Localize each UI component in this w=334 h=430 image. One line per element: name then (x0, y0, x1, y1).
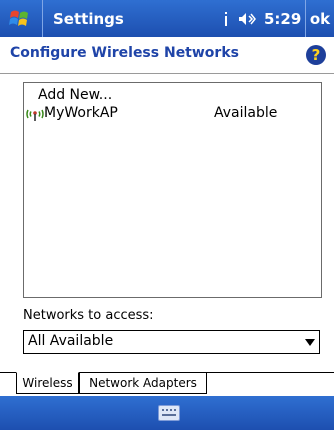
tab-wireless[interactable]: Wireless (16, 372, 79, 394)
window-title: Settings (42, 0, 124, 37)
status-area[interactable]: 5:29 (222, 0, 301, 37)
speaker-icon[interactable] (238, 11, 256, 27)
networks-to-access-dropdown[interactable]: All Available (23, 330, 320, 354)
clock[interactable]: 5:29 (264, 10, 301, 28)
list-item[interactable]: MyWorkAP Available (24, 105, 321, 125)
dropdown-value: All Available (28, 333, 114, 349)
networks-to-access-label: Networks to access: (23, 308, 154, 323)
tab-bar: Wireless Network Adapters (0, 372, 334, 397)
signal-icon[interactable] (222, 11, 230, 27)
add-new-label: Add New... (38, 87, 113, 103)
network-status: Available (214, 105, 278, 121)
keyboard-icon[interactable] (158, 405, 180, 421)
wireless-network-list[interactable]: Add New... MyWorkAP Available (23, 82, 322, 298)
windows-start-icon (9, 10, 28, 26)
network-name: MyWorkAP (44, 105, 118, 121)
help-icon[interactable]: ? (306, 45, 326, 65)
title-bar: Settings 5:29 ok (0, 0, 334, 37)
ok-button[interactable]: ok (305, 0, 334, 37)
page-header: Configure Wireless Networks ? (0, 37, 334, 74)
add-new-item[interactable]: Add New... (24, 87, 321, 107)
start-button[interactable] (0, 0, 42, 37)
page-title: Configure Wireless Networks (10, 45, 239, 61)
tab-network-adapters[interactable]: Network Adapters (79, 372, 207, 394)
chevron-down-icon[interactable] (305, 339, 315, 346)
wireless-antenna-icon (26, 109, 44, 121)
menu-bar (0, 396, 334, 430)
tab-divider (207, 372, 334, 373)
